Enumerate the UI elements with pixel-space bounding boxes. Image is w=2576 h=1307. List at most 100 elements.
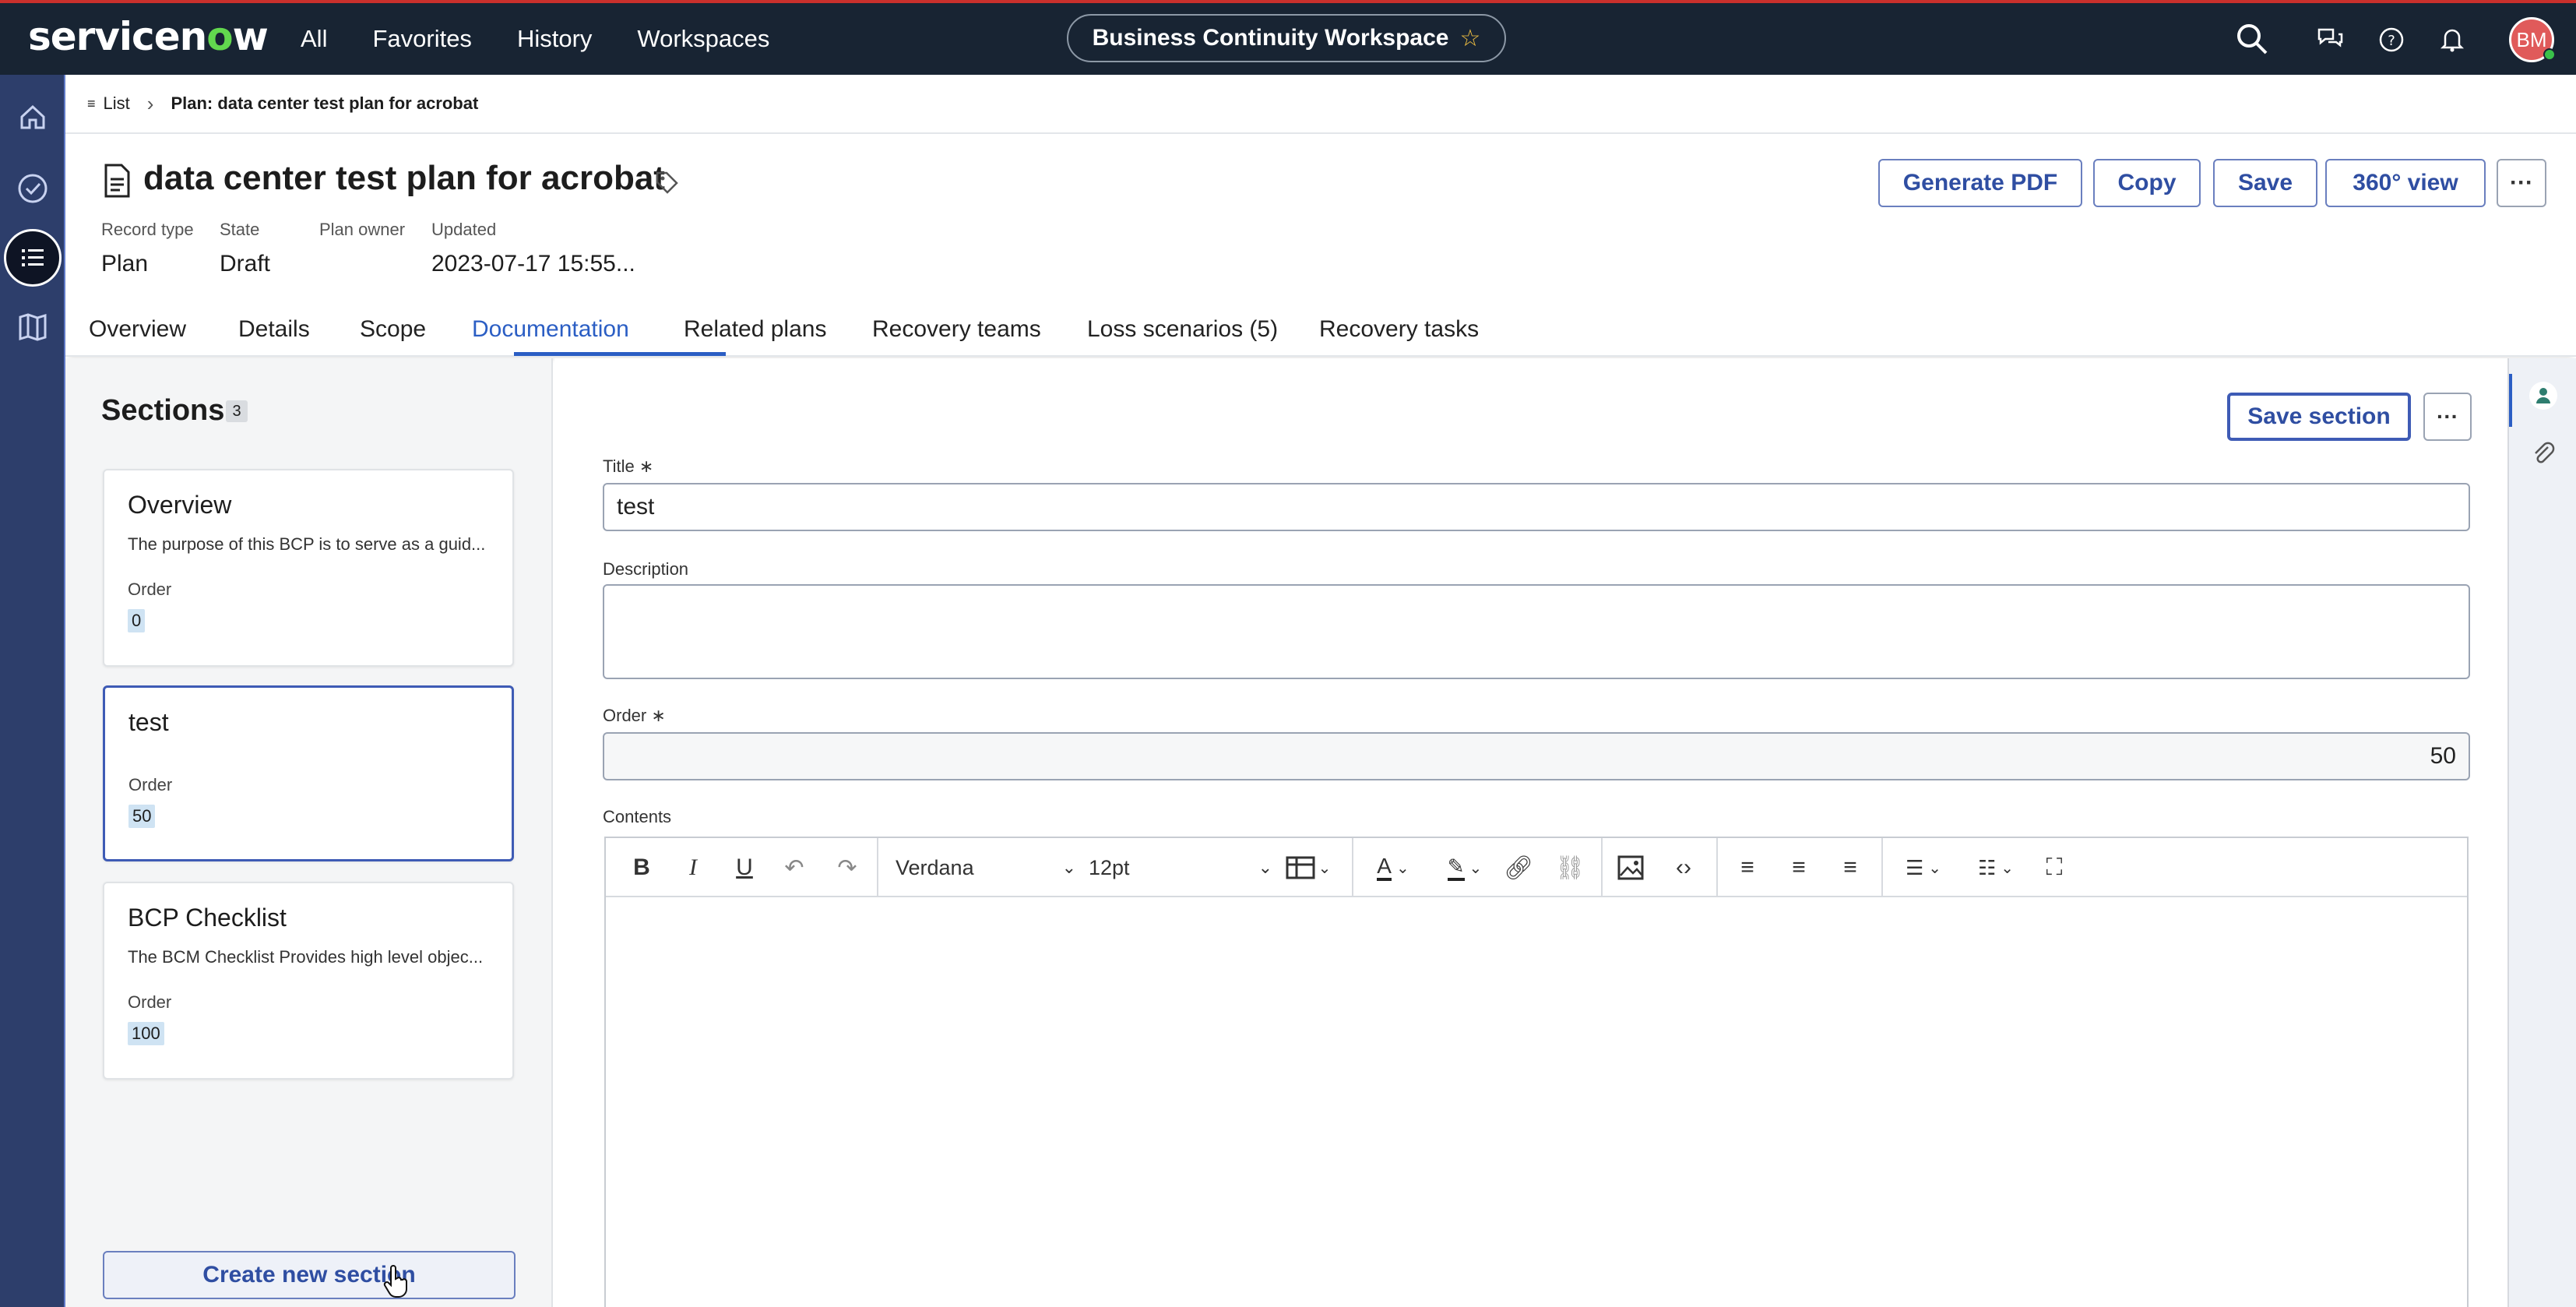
toolbar-divider [1881,838,1883,897]
chat-icon[interactable] [2316,25,2344,53]
tab-details[interactable]: Details [238,316,310,343]
tab-documentation[interactable]: Documentation [472,316,629,343]
copy-button[interactable]: Copy [2093,159,2201,207]
map-icon[interactable] [8,302,58,352]
right-side-panel [2507,358,2576,1307]
font-size-value: 12pt [1089,855,1130,879]
hand-cursor-icon [383,1265,407,1298]
top-nav-menu: All Favorites History Workspaces [301,3,769,75]
section-order-label: Order [128,992,172,1012]
section-card-overview[interactable]: Overview The purpose of this BCP is to s… [103,469,514,667]
breadcrumb-list-label: List [103,93,130,113]
toolbar-divider [877,838,878,897]
meta-label: Plan owner [319,220,406,239]
save-button[interactable]: Save [2213,159,2317,207]
unlink-icon[interactable]: ⛓︎ [1554,852,1585,883]
help-icon[interactable]: ? [2378,26,2405,53]
tab-scope[interactable]: Scope [360,316,426,343]
toolbar-divider [1601,838,1603,897]
star-icon[interactable]: ☆ [1459,25,1480,52]
meta-plan-owner: Plan owner [319,220,405,251]
save-section-button[interactable]: Save section [2227,393,2411,441]
underline-icon[interactable]: U [729,852,760,883]
nav-favorites[interactable]: Favorites [372,25,471,53]
workspace-selector[interactable]: Business Continuity Workspace ☆ [1067,14,1506,62]
bold-icon[interactable]: B [626,852,657,883]
description-textarea[interactable] [603,584,2470,679]
search-icon[interactable] [2233,20,2271,58]
sections-panel: Sections 3 Overview The purpose of this … [65,358,553,1307]
nav-all[interactable]: All [301,25,327,53]
meta-label: Record type [101,220,194,239]
sections-count-badge: 3 [226,400,248,422]
align-right-icon[interactable]: ≡ [1835,852,1866,883]
bell-icon[interactable] [2439,26,2465,53]
section-order-value: 100 [128,1022,164,1045]
meta-label: Updated [431,220,497,239]
more-actions-button[interactable]: ··· [2497,159,2546,207]
nav-history[interactable]: History [517,25,592,53]
home-icon[interactable] [8,92,58,142]
generate-pdf-button[interactable]: Generate PDF [1878,159,2082,207]
section-more-button[interactable]: ··· [2423,393,2472,441]
chevron-down-icon: ⌄ [1258,858,1272,877]
360-view-button[interactable]: 360° view [2325,159,2486,207]
tab-related-plans[interactable]: Related plans [684,316,826,343]
undo-icon[interactable]: ↶ [779,852,810,883]
active-tab-indicator [514,352,726,356]
bullet-list-icon[interactable]: ☰ ⌄ [1895,852,1951,883]
order-input[interactable]: 50 [603,732,2470,780]
online-status-dot [2543,48,2556,61]
image-icon[interactable] [1615,852,1646,883]
link-icon[interactable]: 🔗︎ [1503,852,1534,883]
section-card-test[interactable]: test Order 50 [103,685,514,861]
sections-title: Sections [101,394,225,427]
required-icon: ∗ [639,456,654,476]
section-card-description: The BCM Checklist Provides high level ob… [128,947,484,967]
tab-recovery-teams[interactable]: Recovery teams [872,316,1041,343]
order-label: Order ∗ [603,706,666,726]
font-family-value: Verdana [896,855,974,879]
code-icon[interactable]: ‹› [1666,852,1701,883]
servicenow-logo[interactable]: servicenow [28,14,269,59]
numbered-list-icon[interactable]: ☷ ⌄ [1967,852,2025,883]
title-label-text: Title [603,456,635,476]
tag-icon[interactable] [654,170,679,195]
title-label: Title ∗ [603,456,653,477]
rich-text-editor[interactable]: B I U ↶ ↷ Verdana ⌄ 12pt ⌄ ⌄ A ⌄ ✎ ⌄ 🔗︎ … [604,837,2469,1307]
description-label: Description [603,559,689,579]
editor-toolbar: B I U ↶ ↷ Verdana ⌄ 12pt ⌄ ⌄ A ⌄ ✎ ⌄ 🔗︎ … [606,838,2467,897]
breadcrumb: ≡ List › Plan: data center test plan for… [65,75,2576,134]
section-card-bcp-checklist[interactable]: BCP Checklist The BCM Checklist Provides… [103,882,514,1080]
fullscreen-icon[interactable]: ⛶ [2039,852,2070,883]
table-icon[interactable]: ⌄ [1280,852,1336,883]
active-panel-indicator [2509,374,2512,427]
align-center-icon[interactable]: ≡ [1783,852,1814,883]
create-new-section-button[interactable]: Create new section [103,1251,516,1299]
title-input[interactable]: test [603,483,2470,531]
font-family-select[interactable]: Verdana ⌄ [896,852,1076,883]
paperclip-icon[interactable] [2531,439,2556,467]
tab-loss-scenarios[interactable]: Loss scenarios (5) [1087,316,1278,343]
tab-overview[interactable]: Overview [89,316,186,343]
chevron-down-icon: ⌄ [1061,858,1076,877]
nav-workspaces[interactable]: Workspaces [637,25,769,53]
highlight-icon[interactable]: ✎ ⌄ [1436,852,1494,883]
tab-recovery-tasks[interactable]: Recovery tasks [1319,316,1479,343]
font-size-select[interactable]: 12pt ⌄ [1089,852,1272,883]
section-order-value: 0 [128,609,146,632]
align-left-icon[interactable]: ≡ [1732,852,1763,883]
person-icon[interactable] [2528,380,2559,411]
breadcrumb-list[interactable]: ≡ List [87,93,130,114]
check-circle-icon[interactable] [8,164,58,213]
redo-icon[interactable]: ↷ [832,852,863,883]
text-color-icon[interactable]: A ⌄ [1366,852,1420,883]
contents-label: Contents [603,807,672,826]
list-icon[interactable] [4,229,62,287]
section-card-title: test [128,708,169,736]
meta-record-type: Record type Plan [101,220,194,277]
section-card-title: Overview [128,491,232,519]
italic-icon[interactable]: I [677,852,709,883]
top-navigation-bar: servicenow All Favorites History Workspa… [0,0,2576,75]
list-icon: ≡ [87,95,96,111]
